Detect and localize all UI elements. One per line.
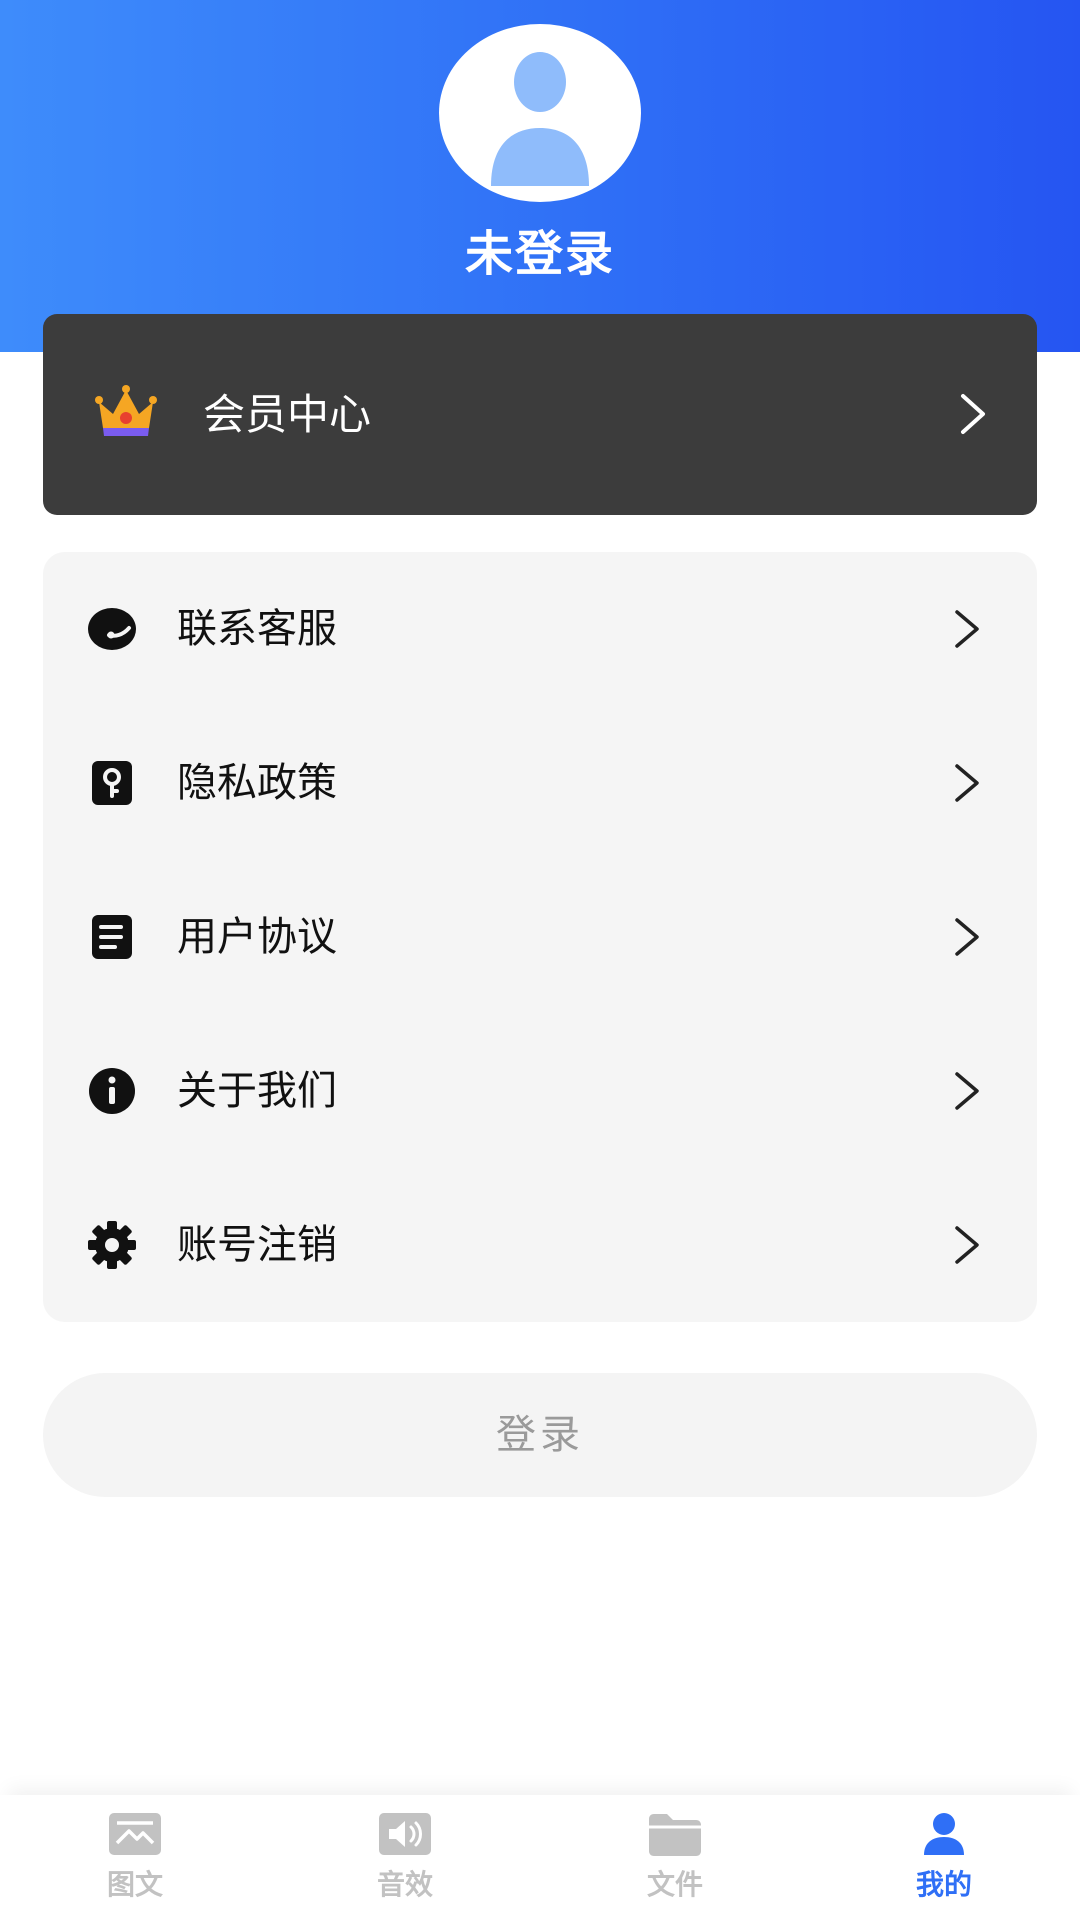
nav-tab-label: 我的 (915, 1868, 972, 1901)
user-icon (924, 1813, 964, 1855)
menu-item-label: 关于我们 (177, 1068, 337, 1114)
chevron-right-icon (961, 394, 985, 434)
profile-header: 未登录 (0, 0, 1080, 352)
nav-tab-sound-effects[interactable]: 音效 (325, 1795, 485, 1920)
menu-item-user-agreement[interactable]: 用户协议 (43, 860, 1037, 1014)
menu-item-label: 联系客服 (177, 606, 337, 652)
chevron-right-icon (955, 764, 979, 802)
settings-menu: 联系客服 隐私政策 用户协议 关于我们 账号注销 (43, 552, 1037, 1322)
nav-tab-label: 文件 (646, 1868, 703, 1901)
folder-icon (649, 1814, 701, 1856)
user-silhouette-icon (491, 52, 589, 186)
menu-item-label: 隐私政策 (177, 760, 337, 806)
login-button[interactable]: 登录 (43, 1373, 1037, 1497)
login-status-text[interactable]: 未登录 (0, 214, 1080, 284)
avatar[interactable] (439, 24, 641, 202)
bottom-nav: 图文 音效 文件 我的 (0, 1795, 1080, 1920)
crown-icon (95, 385, 157, 436)
privacy-lock-icon (92, 761, 132, 805)
document-icon (92, 915, 132, 959)
nav-tab-label: 音效 (376, 1868, 433, 1901)
info-icon (89, 1068, 135, 1114)
chevron-right-icon (955, 1072, 979, 1110)
speaker-icon (379, 1813, 431, 1855)
chevron-right-icon (955, 610, 979, 648)
customer-service-icon (88, 608, 136, 650)
menu-item-customer-service[interactable]: 联系客服 (43, 552, 1037, 706)
gear-icon (88, 1221, 136, 1269)
vip-center-card[interactable]: 会员中心 (43, 314, 1037, 515)
menu-item-label: 账号注销 (177, 1222, 337, 1268)
nav-tab-files[interactable]: 文件 (595, 1795, 755, 1920)
menu-item-privacy-policy[interactable]: 隐私政策 (43, 706, 1037, 860)
image-text-icon (109, 1813, 161, 1855)
menu-item-about-us[interactable]: 关于我们 (43, 1014, 1037, 1168)
menu-item-label: 用户协议 (177, 914, 337, 960)
nav-tab-mine[interactable]: 我的 (864, 1795, 1024, 1920)
nav-tab-image-text[interactable]: 图文 (55, 1795, 215, 1920)
chevron-right-icon (955, 1226, 979, 1264)
vip-center-label: 会员中心 (203, 390, 372, 439)
nav-tab-label: 图文 (106, 1868, 163, 1901)
menu-item-delete-account[interactable]: 账号注销 (43, 1168, 1037, 1322)
chevron-right-icon (955, 918, 979, 956)
